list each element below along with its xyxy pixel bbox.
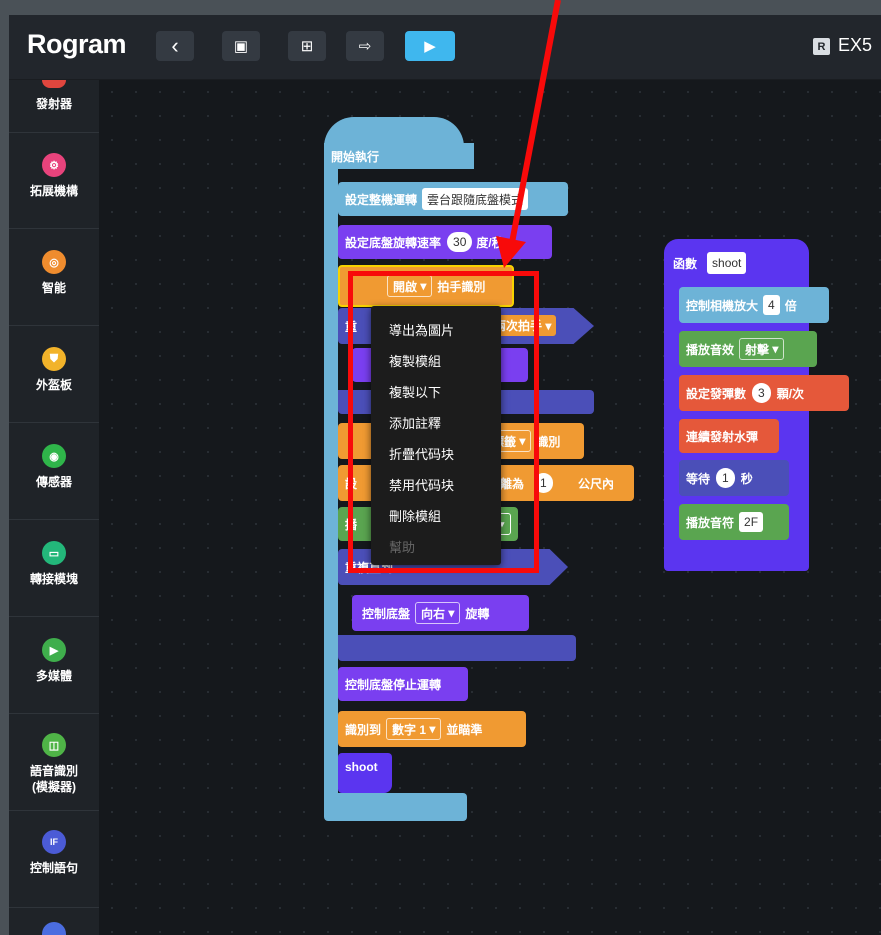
direction-dropdown[interactable]: 向右 ▾ (415, 602, 461, 624)
camera-zoom-block[interactable]: 控制相機放大 4 倍 (679, 287, 829, 323)
count-unit: 顆/次 (776, 386, 805, 401)
recognize-aim-block[interactable]: 識別到 數字 1 ▾ 並瞄準 (338, 711, 526, 747)
set-bullet-count-block[interactable]: 設定發彈數 3 顆/次 (679, 375, 849, 411)
chassis-rotate-right-block[interactable]: 控制底盤 向右 ▾ 旋轉 (352, 595, 529, 631)
top-toolbar: Rogram ‹ ▣ ⊞ ⇨ ▶ R EX5 (9, 15, 881, 80)
launcher-icon (42, 80, 66, 88)
smart-icon: ◎ (42, 250, 66, 274)
distance-unit: 公尺內 (578, 476, 615, 491)
ctrl-right-label: 控制底盤 (362, 606, 411, 621)
chassis-mode-label: 設定整機運轉 (345, 192, 418, 207)
run-button[interactable]: ▶ (405, 31, 455, 61)
function-name-input[interactable]: shoot (707, 252, 747, 274)
sensor-icon: ◉ (42, 444, 66, 468)
shoot-call-label: shoot (345, 760, 378, 774)
rotate-speed-unit: 度/秒 (476, 235, 504, 250)
back-button[interactable]: ‹ (156, 31, 194, 61)
repeat-until-bottom (338, 635, 576, 661)
wait-block[interactable]: 等待 1 秒 (679, 460, 789, 496)
more-category-icon[interactable] (42, 922, 66, 935)
rotate-speed-label: 設定底盤旋轉速率 (345, 235, 442, 250)
continuous-fire-block[interactable]: 連續發射水彈 (679, 419, 779, 453)
sidebar-item-voice[interactable]: ◫ 語音識別 (模擬器) (9, 715, 99, 811)
sidebar-item-label: 外盔板 (35, 378, 72, 392)
device-icon[interactable]: R (813, 38, 830, 55)
play-icon: ▶ (424, 38, 436, 55)
sidebar-item-media[interactable]: ▶ 多媒體 (9, 618, 99, 714)
wait-unit: 秒 (740, 471, 753, 486)
expansion-icon: ⚙ (42, 153, 66, 177)
start-frame-side (324, 165, 338, 805)
direction-value: 向右 (421, 606, 446, 621)
sidebar-item-armor[interactable]: ⛊ 外盔板 (9, 327, 99, 423)
sidebar-item-label: 拓展機構 (29, 184, 78, 198)
note-label: 播放音符 (686, 515, 735, 530)
new-icon: ⊞ (300, 38, 314, 55)
sidebar-item-label: 語音識別 (模擬器) (29, 764, 78, 794)
new-project-button[interactable]: ⊞ (288, 31, 326, 61)
play-note-block[interactable]: 播放音符 2F (679, 504, 789, 540)
sidebar-item-control[interactable]: IF 控制語句 (9, 812, 99, 908)
app-title: Rogram (27, 29, 127, 59)
device-label[interactable]: EX5 (838, 35, 872, 56)
chassis-mode-block[interactable]: 設定整機運轉 雲台跟隨底盤模式 (338, 182, 568, 216)
sound-value: 射擊 (745, 342, 770, 357)
control-icon: IF (42, 830, 66, 854)
sidebar-item-label: 控制語句 (29, 861, 78, 875)
shoot-call-block[interactable]: shoot (338, 753, 392, 793)
sidebar-item-smart[interactable]: ◎ 智能 (9, 230, 99, 326)
block-category-sidebar: 發射器 ⚙ 拓展機構 ◎ 智能 ⛊ 外盔板 ◉ 傳感器 ▭ 轉接模塊 ▶ 多媒體… (9, 80, 99, 935)
sidebar-item-label: 多媒體 (35, 669, 72, 683)
zoom-label: 控制相機放大 (686, 298, 759, 313)
sidebar-item-label: 傳感器 (35, 475, 72, 489)
sound-label: 播放音效 (686, 342, 735, 357)
recognize-dropdown[interactable]: 數字 1 ▾ (386, 718, 442, 740)
armor-icon: ⛊ (42, 347, 66, 371)
partial-label: 識別 (536, 434, 561, 449)
ctrl-right-suffix: 旋轉 (465, 606, 490, 621)
recognize-suffix: 並瞄準 (446, 722, 483, 737)
sidebar-item-adapter[interactable]: ▭ 轉接模塊 (9, 521, 99, 617)
stop-label: 控制底盤停止運轉 (345, 677, 442, 692)
voice-icon: ◫ (42, 733, 66, 757)
count-input[interactable]: 3 (752, 383, 771, 403)
annotation-highlight-box (348, 271, 539, 573)
chassis-mode-dropdown[interactable]: 雲台跟隨底盤模式 (422, 188, 529, 210)
rotate-speed-input[interactable]: 30 (447, 232, 473, 252)
function-header[interactable]: 函數 shoot (666, 247, 786, 279)
sidebar-item-sensor[interactable]: ◉ 傳感器 (9, 424, 99, 520)
wait-input[interactable]: 1 (716, 468, 735, 488)
recognize-value: 數字 1 (392, 722, 427, 737)
fire-label: 連續發射水彈 (686, 429, 759, 444)
adapter-icon: ▭ (42, 541, 66, 565)
zoom-unit: 倍 (784, 298, 797, 313)
save-button[interactable]: ▣ (222, 31, 260, 61)
back-icon: ‹ (171, 33, 179, 58)
zoom-input[interactable]: 4 (763, 295, 780, 315)
export-icon: ⇨ (358, 38, 372, 55)
sound-dropdown[interactable]: 射擊 ▾ (739, 338, 785, 360)
note-input[interactable]: 2F (739, 512, 764, 532)
chassis-stop-block[interactable]: 控制底盤停止運轉 (338, 667, 468, 701)
start-label: 開始執行 (331, 149, 380, 164)
start-block[interactable]: 開始執行 (324, 143, 474, 169)
media-icon: ▶ (42, 638, 66, 662)
start-frame-bottom (324, 793, 467, 821)
sidebar-item-label: 發射器 (35, 97, 72, 111)
sidebar-item-expansion[interactable]: ⚙ 拓展機構 (9, 133, 99, 229)
function-header-label: 函數 (673, 256, 698, 271)
sidebar-item-label: 智能 (41, 281, 66, 295)
recognize-label: 識別到 (345, 722, 382, 737)
play-sound-block[interactable]: 播放音效 射擊 ▾ (679, 331, 817, 367)
count-label: 設定發彈數 (686, 386, 747, 401)
wait-label: 等待 (686, 471, 711, 486)
rotate-speed-block[interactable]: 設定底盤旋轉速率 30 度/秒 (338, 225, 552, 259)
sidebar-item-label: 轉接模塊 (29, 572, 78, 586)
sidebar-item-launcher[interactable]: 發射器 (9, 80, 99, 133)
save-icon: ▣ (233, 38, 249, 55)
export-button[interactable]: ⇨ (346, 31, 384, 61)
